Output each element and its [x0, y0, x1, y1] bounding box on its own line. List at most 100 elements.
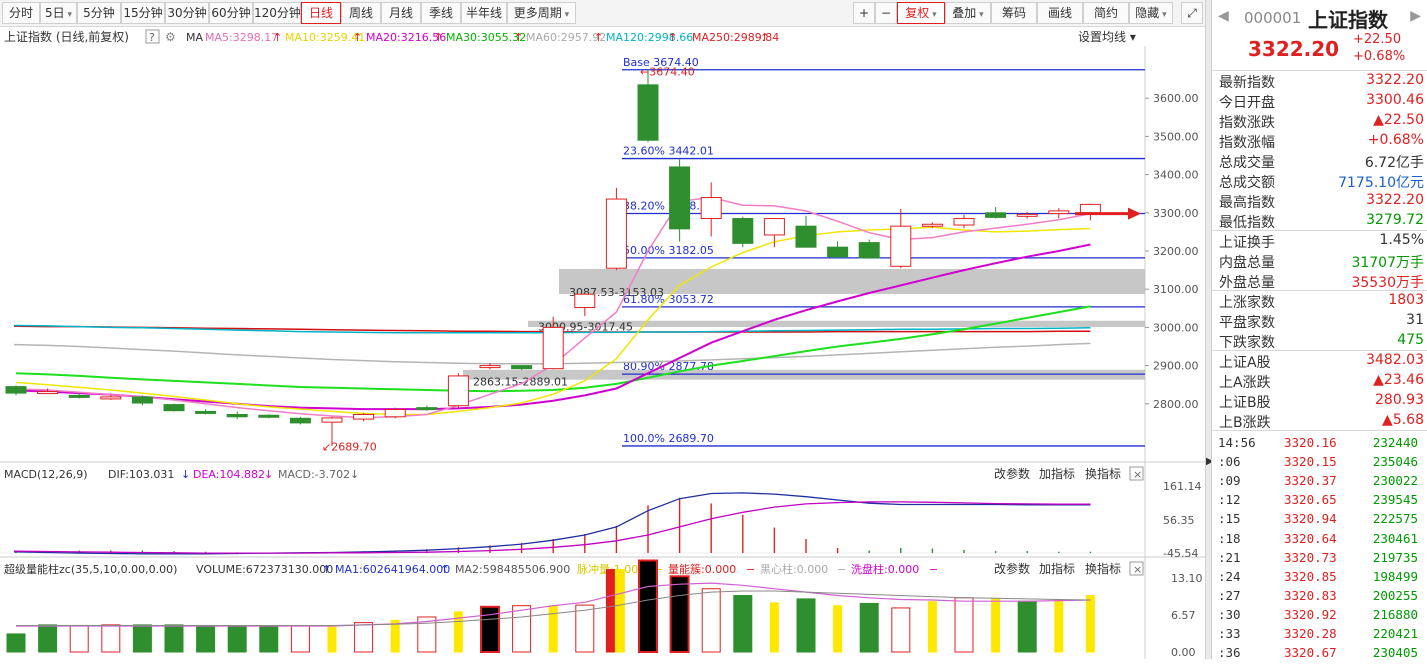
kline-chart[interactable]: 上证指数 (日线,前复权)? ⚙ MA MA5:3298.17↑ MA10:3259.4…: [0, 27, 1205, 659]
period-9-button[interactable]: 月线: [381, 2, 421, 24]
volume-bar: [354, 622, 374, 653]
period-11-button[interactable]: 半年线: [461, 2, 507, 24]
down-arrow-icon: ↓: [264, 468, 273, 481]
tool-4-button[interactable]: 简约: [1083, 2, 1129, 24]
quote-label: 总成交额: [1219, 175, 1275, 191]
tool-0-button[interactable]: 复权 ▾: [897, 2, 945, 24]
tick-price: 3320.94: [1284, 511, 1337, 527]
pulse-bar: [615, 569, 625, 653]
candle-down: [289, 417, 311, 424]
tick-volume: 200255: [1372, 587, 1418, 603]
period-2-button[interactable]: 5分钟: [77, 2, 121, 24]
candle-up: [574, 293, 596, 309]
vol-params-button[interactable]: 改参数: [994, 561, 1030, 576]
tick-time: :12: [1218, 492, 1241, 508]
volume-bar: [259, 625, 279, 653]
up-arrow-icon: ↑: [440, 563, 449, 576]
ma-settings-button[interactable]: 设置均线 ▾: [1078, 30, 1136, 44]
tick-volume: 219735: [1372, 549, 1418, 565]
tool-label: 画线: [1047, 6, 1072, 20]
next-stock-icon[interactable]: ▶: [1410, 8, 1421, 24]
period-5-button[interactable]: 60分钟: [209, 2, 253, 24]
price-tick-label: 3100.00: [1153, 283, 1199, 296]
candle-up: [1048, 210, 1070, 215]
period-0-button[interactable]: 分时: [2, 2, 40, 24]
quote-label: 上A涨跌: [1219, 375, 1271, 391]
tool-1-button[interactable]: 叠加 ▾: [945, 2, 991, 24]
candle-up: [100, 396, 122, 400]
quote-row: 最高指数 3322.20: [1212, 192, 1427, 212]
volume-bar: [512, 605, 532, 653]
high-marker: ←3674.40: [640, 65, 695, 78]
volume-bar: [1054, 599, 1064, 653]
prev-stock-icon[interactable]: ◀: [1218, 8, 1229, 24]
period-12-button[interactable]: 更多周期 ▾: [507, 2, 576, 24]
vol-wash: 洗盘柱:0.000: [851, 562, 919, 576]
zoom-out-button[interactable]: −: [875, 2, 897, 24]
expand-icon[interactable]: ⤢: [1181, 2, 1203, 24]
volume-bar: [859, 602, 879, 653]
quote-row: 上证换手 1.45%: [1212, 232, 1427, 252]
volume-bar: [327, 626, 337, 653]
tick-row: :12 3320.65 239545: [1212, 492, 1427, 511]
volume-bar: [638, 559, 658, 653]
quote-row: 上证B股 280.93: [1212, 392, 1427, 412]
fib-label: 100.0% 2689.70: [623, 432, 714, 445]
tick-price: 3320.37: [1284, 473, 1337, 489]
price-tick-label: 3000.00: [1153, 321, 1199, 334]
volume-bar: [1085, 595, 1095, 653]
stock-code: 000001: [1244, 9, 1302, 27]
tick-row: :21 3320.73 219735: [1212, 550, 1427, 569]
macd-switch-indicator-button[interactable]: 换指标: [1085, 466, 1121, 481]
quote-label: 上涨家数: [1219, 295, 1275, 311]
tick-price: 3320.28: [1284, 626, 1337, 641]
candle-up: [700, 197, 722, 220]
period-7-button[interactable]: 日线: [301, 2, 341, 24]
volume-bar: [575, 604, 595, 653]
candle-up: [321, 417, 343, 423]
volume-bar: [132, 624, 152, 653]
quote-row: 外盘总量 35530万手: [1212, 272, 1427, 292]
macd-add-indicator-button[interactable]: 加指标: [1039, 466, 1075, 481]
tick-time: :33: [1218, 626, 1241, 641]
volume-bar: [69, 624, 89, 653]
tool-3-button[interactable]: 画线: [1037, 2, 1083, 24]
candle-down: [68, 394, 90, 398]
candle-down: [827, 246, 849, 258]
vol-add-indicator-button[interactable]: 加指标: [1039, 561, 1075, 576]
macd-name: MACD(12,26,9): [4, 468, 88, 481]
macd-params-button[interactable]: 改参数: [994, 466, 1030, 481]
up-arrow-icon: ↑: [353, 31, 362, 44]
tick-row: :36 3320.67 230405: [1212, 645, 1427, 664]
quote-row: 平盘家数 31: [1212, 312, 1427, 332]
candle-down: [985, 212, 1007, 218]
period-label: 半年线: [465, 6, 502, 20]
volume-bar: [769, 602, 779, 653]
tool-2-button[interactable]: 筹码: [991, 2, 1037, 24]
period-8-button[interactable]: 周线: [341, 2, 381, 24]
price-change-pct: +0.68%: [1353, 49, 1406, 64]
zoom-in-button[interactable]: +: [853, 2, 875, 24]
volume-bar: [1017, 600, 1037, 653]
quote-label: 上B涨跌: [1219, 415, 1271, 431]
macd-tick-label: 56.35: [1163, 514, 1195, 527]
candle-down: [5, 386, 27, 394]
tick-price: 3320.67: [1284, 645, 1337, 661]
dash-icon: −: [746, 563, 755, 576]
volume-bar: [38, 624, 58, 653]
period-3-button[interactable]: 15分钟: [121, 2, 165, 24]
tick-row: 14:56 3320.16 232440: [1212, 435, 1427, 454]
quote-value: 3279.72: [1366, 212, 1424, 228]
quote-value: 280.93: [1375, 392, 1424, 408]
tool-5-button[interactable]: 隐藏 ▾: [1129, 2, 1173, 24]
period-6-button[interactable]: 120分钟: [253, 2, 301, 24]
period-4-button[interactable]: 30分钟: [165, 2, 209, 24]
quote-value: ▲5.68: [1382, 412, 1424, 428]
period-1-button[interactable]: 5日 ▾: [40, 2, 77, 24]
candle-up: [447, 375, 469, 407]
volume-bar: [954, 597, 974, 653]
vol-switch-indicator-button[interactable]: 换指标: [1085, 561, 1121, 576]
volume-bar: [701, 588, 721, 653]
period-10-button[interactable]: 季线: [421, 2, 461, 24]
tool-label: 筹码: [1001, 6, 1026, 20]
